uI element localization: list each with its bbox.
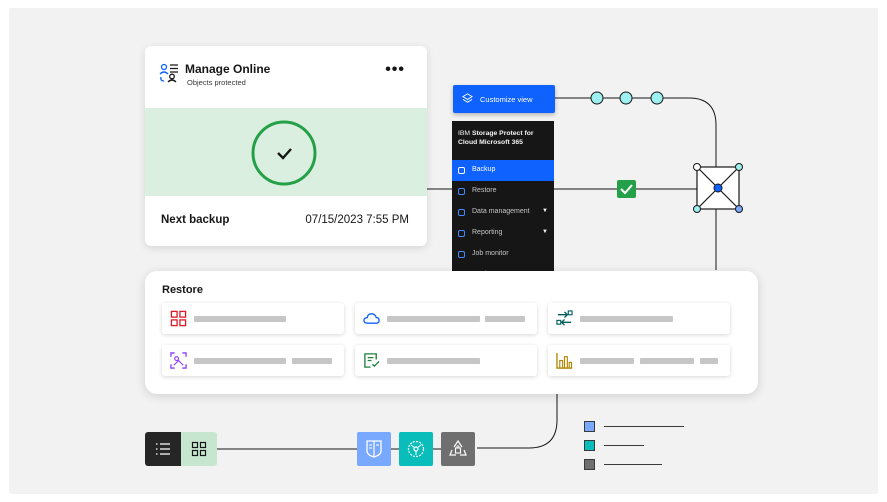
placeholder-bar — [640, 358, 694, 364]
legend-swatch — [584, 459, 595, 470]
customize-view-button[interactable]: Customize view — [453, 85, 555, 113]
nav-item-data-management[interactable]: Data management ▼ — [452, 202, 554, 223]
customize-view-label: Customize view — [480, 95, 533, 104]
list-view-button[interactable] — [145, 432, 181, 466]
placeholder-bar — [194, 316, 286, 322]
chevron-down-icon: ▼ — [542, 229, 548, 235]
checkmark-circle-icon — [251, 120, 317, 186]
legend-line — [604, 464, 662, 465]
placeholder-bar — [387, 316, 480, 322]
legend-swatch — [584, 421, 595, 432]
network-globe-tile[interactable] — [399, 432, 433, 466]
job-monitor-icon — [458, 251, 465, 258]
connector-lines — [217, 91, 743, 450]
document-shield-icon — [366, 440, 382, 458]
placeholder-bar — [194, 358, 286, 364]
view-toggle — [145, 432, 217, 466]
status-panel — [145, 108, 427, 196]
chevron-down-icon: ▼ — [542, 208, 548, 214]
cloud-icon — [363, 313, 380, 324]
apps-grid-icon — [170, 310, 187, 327]
nav-item-label: Job monitor — [472, 250, 509, 257]
pipeline-nodes — [590, 91, 664, 105]
legend-line — [604, 426, 684, 427]
grid-view-button[interactable] — [181, 432, 217, 466]
restore-panel: Restore — [145, 271, 758, 394]
backup-icon — [458, 167, 465, 174]
restore-option-card[interactable] — [162, 303, 344, 334]
illustration-canvas: Manage Online Objects protected ••• Next… — [9, 8, 878, 494]
nav-item-label: Restore — [472, 187, 497, 194]
placeholder-bar — [700, 358, 718, 364]
card-subtitle: Objects protected — [187, 78, 246, 87]
document-check-icon — [364, 353, 380, 368]
nav-item-restore[interactable]: Restore — [452, 181, 554, 202]
nav-item-backup[interactable]: Backup — [452, 160, 554, 181]
product-name: IBM Storage Protect for Cloud Microsoft … — [458, 129, 550, 147]
user-list-icon — [159, 63, 178, 83]
restore-icon — [458, 188, 465, 195]
placeholder-bar — [580, 358, 634, 364]
card-title: Manage Online — [185, 62, 271, 76]
nav-item-label: Reporting — [472, 229, 503, 236]
restore-option-card[interactable] — [548, 303, 730, 334]
data-transfer-icon — [556, 310, 573, 326]
restore-option-card[interactable] — [162, 345, 344, 376]
legend-item — [584, 421, 694, 433]
data-management-icon — [458, 209, 465, 216]
recycle-security-tile[interactable] — [441, 432, 475, 466]
next-backup-value: 07/15/2023 7:55 PM — [305, 214, 409, 226]
recycle-security-icon — [449, 440, 467, 456]
restore-option-card[interactable] — [355, 345, 537, 376]
side-nav: IBM Storage Protect for Cloud Microsoft … — [452, 121, 554, 289]
placeholder-bar — [580, 316, 673, 322]
nav-item-label: Data management — [472, 208, 530, 215]
user-image-icon — [170, 352, 187, 369]
list-icon — [156, 443, 170, 455]
overflow-menu-icon[interactable]: ••• — [385, 61, 405, 79]
layers-icon — [462, 93, 473, 103]
restore-option-card[interactable] — [355, 303, 537, 334]
legend-swatch — [584, 440, 595, 451]
check-tile — [617, 180, 636, 198]
placeholder-bar — [292, 358, 332, 364]
nav-item-reporting[interactable]: Reporting ▼ — [452, 223, 554, 244]
next-backup-label: Next backup — [161, 214, 230, 226]
legend-item — [584, 459, 674, 471]
manage-online-card: Manage Online Objects protected ••• Next… — [145, 46, 427, 246]
nav-item-job-monitor[interactable]: Job monitor — [452, 244, 554, 265]
reporting-icon — [458, 230, 465, 237]
document-shield-tile[interactable] — [357, 432, 391, 466]
brand-name: Storage Protect for Cloud Microsoft 365 — [458, 130, 534, 146]
legend-line — [604, 445, 644, 446]
legend-item — [584, 440, 664, 452]
restore-title: Restore — [162, 284, 203, 296]
placeholder-bar — [485, 316, 525, 322]
bar-chart-icon — [556, 352, 573, 369]
brand-prefix: IBM — [458, 130, 471, 137]
placeholder-bar — [387, 358, 480, 364]
grid-icon — [191, 441, 207, 457]
card-header: Manage Online Objects protected ••• — [145, 46, 427, 108]
restore-option-card[interactable] — [548, 345, 730, 376]
nav-item-label: Backup — [472, 166, 496, 173]
network-globe-icon — [407, 440, 425, 458]
network-node-cluster — [693, 163, 743, 213]
